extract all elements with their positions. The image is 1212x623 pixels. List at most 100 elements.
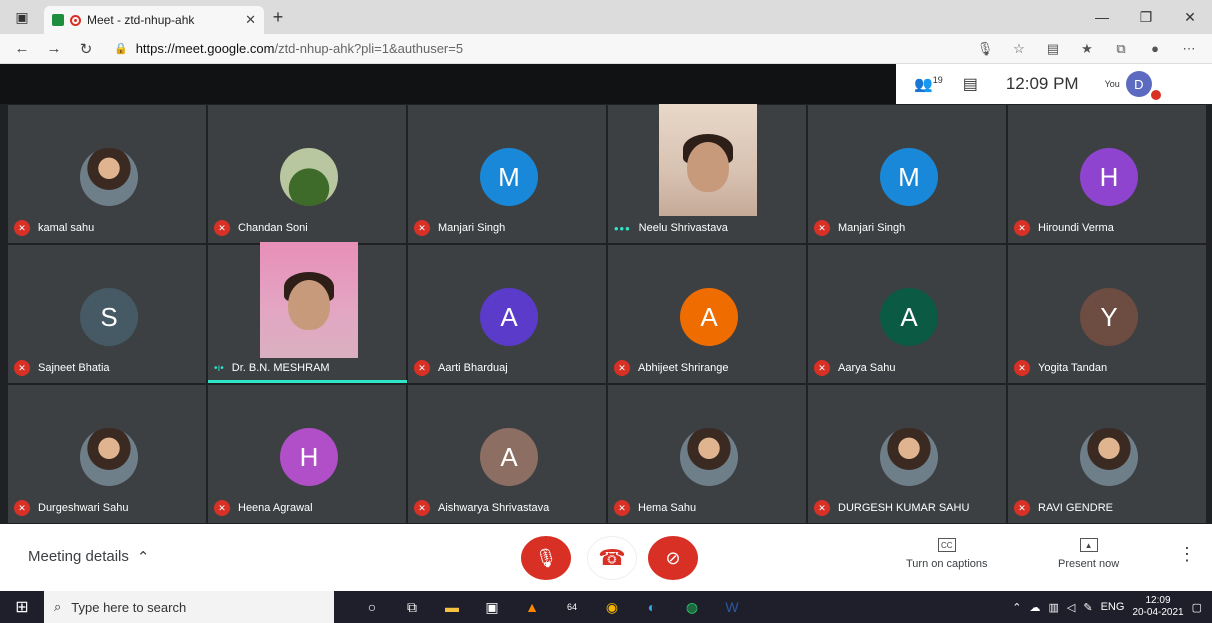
pen-icon[interactable]: ✎	[1083, 601, 1092, 614]
taskbar-search[interactable]: ⌕ Type here to search	[44, 591, 334, 623]
browser-tab[interactable]: Meet - ztd-nhup-ahk ✕	[44, 6, 264, 34]
tab-actions-icon[interactable]: ▣	[0, 0, 44, 34]
participant-name: Hiroundi Verma	[1038, 222, 1114, 234]
word-icon[interactable]: W	[720, 595, 744, 619]
network-icon[interactable]: ▥	[1049, 601, 1059, 614]
url-field[interactable]: 🔒 https://meet.google.com/ztd-nhup-ahk?p…	[104, 37, 966, 61]
refresh-icon[interactable]: ↻	[72, 40, 100, 58]
participant-name-row: ✕ Aarya Sahu	[814, 357, 1004, 379]
more-options-icon[interactable]: ⋮	[1178, 544, 1196, 565]
participant-tile[interactable]: H ✕ Hiroundi Verma	[1007, 104, 1207, 244]
participant-photo	[80, 148, 138, 206]
profile-icon[interactable]: ●	[1140, 41, 1170, 57]
participant-tile[interactable]: •ı• Dr. B.N. MESHRAM	[207, 242, 408, 384]
avatar[interactable]: D	[1125, 71, 1162, 101]
participant-tile[interactable]: ✕ RAVI GENDRE	[1007, 384, 1207, 524]
captions-button[interactable]: CC Turn on captions	[906, 538, 988, 570]
participant-tile[interactable]: S ✕ Sajneet Bhatia	[7, 244, 207, 384]
participant-tile[interactable]: A ✕ Aarti Bharduaj	[407, 244, 607, 384]
speaking-icon: •ı•	[214, 362, 224, 374]
muted-mic-icon: ✕	[1014, 500, 1030, 516]
participant-name-row: ✕ Manjari Singh	[814, 217, 1004, 239]
muted-mic-icon: ✕	[14, 220, 30, 236]
browser-tools: 🎙 ☆ ▤ ★ ⧉ ● ⋯	[970, 41, 1204, 57]
muted-mic-icon: ✕	[1014, 220, 1030, 236]
participant-tile[interactable]: ✕ Hema Sahu	[607, 384, 807, 524]
volume-icon[interactable]: ◁	[1067, 601, 1075, 614]
participant-photo	[680, 428, 738, 486]
collections-icon[interactable]: ⧉	[1106, 41, 1136, 57]
participant-tile[interactable]: Y ✕ Yogita Tandan	[1007, 244, 1207, 384]
camera-toggle-button[interactable]: ⊘	[648, 536, 698, 580]
windows-start-icon[interactable]: ⊞	[0, 597, 44, 617]
app-badge-icon[interactable]: 64	[560, 595, 584, 619]
task-view-icon[interactable]: ⧉	[400, 595, 424, 619]
back-icon[interactable]: ←	[8, 40, 36, 57]
mic-toggle-button[interactable]: 🎙	[521, 536, 571, 580]
minimize-icon[interactable]: —	[1080, 9, 1124, 26]
store-icon[interactable]: ▣	[480, 595, 504, 619]
participant-tile[interactable]: M ✕ Manjari Singh	[807, 104, 1007, 244]
reading-icon[interactable]: ▤	[1038, 41, 1068, 57]
windows-taskbar: ⊞ ⌕ Type here to search ○ ⧉ ▬ ▣ ▲ 64 ◉ ◐…	[0, 591, 1212, 623]
maximize-icon[interactable]: ❐	[1124, 9, 1168, 26]
participant-grid: ✕ kamal sahu ✕ Chandan Soni M ✕ Manjari Singh •…	[7, 104, 1207, 524]
participant-tile[interactable]: A ✕ Aarya Sahu	[807, 244, 1007, 384]
mic-permission-icon[interactable]: 🎙	[970, 41, 1000, 57]
participant-tile[interactable]: ✕ Chandan Soni	[207, 104, 407, 244]
favorite-icon[interactable]: ☆	[1004, 41, 1034, 57]
participant-name: Chandan Soni	[238, 222, 308, 234]
participant-name-row: ✕ Aarti Bharduaj	[414, 357, 604, 379]
system-tray: ⌃ ☁ ▥ ◁ ✎ ENG 12:09 20-04-2021 ▢	[1012, 595, 1212, 619]
leave-call-button[interactable]: ☎	[587, 536, 637, 580]
new-tab-button[interactable]: +	[264, 7, 292, 28]
chat-icon[interactable]: ▤	[963, 74, 978, 94]
people-button[interactable]: 👥19	[914, 75, 943, 93]
participant-name-row: ✕ Abhijeet Shrirange	[614, 357, 804, 379]
language-label[interactable]: ENG	[1101, 601, 1125, 613]
participant-name: Aarya Sahu	[838, 362, 896, 374]
chrome-icon[interactable]: ◉	[600, 595, 624, 619]
notifications-icon[interactable]: ▢	[1192, 601, 1202, 614]
participant-name: Aarti Bharduaj	[438, 362, 508, 374]
participant-name-row: ✕ Sajneet Bhatia	[14, 357, 204, 379]
participant-tile[interactable]: ✕ DURGESH KUMAR SAHU	[807, 384, 1007, 524]
edge-icon[interactable]: ◐	[640, 595, 664, 619]
participant-video	[659, 104, 757, 216]
muted-mic-icon: ✕	[414, 360, 430, 376]
participant-video	[260, 242, 358, 358]
participant-name: Sajneet Bhatia	[38, 362, 110, 374]
close-window-icon[interactable]: ✕	[1168, 9, 1212, 26]
present-button[interactable]: ▲ Present now	[1058, 538, 1119, 570]
muted-mic-icon: ✕	[1014, 360, 1030, 376]
participant-name-row: ✕ Heena Agrawal	[214, 497, 404, 519]
participant-name: Manjari Singh	[438, 222, 506, 234]
meeting-details-button[interactable]: Meeting details ⌃	[28, 548, 149, 566]
file-explorer-icon[interactable]: ▬	[440, 595, 464, 619]
more-icon[interactable]: ⋯	[1174, 41, 1204, 57]
vlc-icon[interactable]: ▲	[520, 595, 544, 619]
muted-mic-icon: ✕	[614, 500, 630, 516]
participant-tile[interactable]: ✕ kamal sahu	[7, 104, 207, 244]
participant-tile[interactable]: ••• Neelu Shrivastava	[607, 104, 807, 244]
more-dots-icon[interactable]: •••	[614, 221, 631, 236]
participant-name: Dr. B.N. MESHRAM	[231, 362, 330, 374]
close-tab-icon[interactable]: ✕	[245, 12, 256, 28]
present-label: Present now	[1058, 558, 1120, 570]
cortana-icon[interactable]: ○	[360, 595, 384, 619]
participant-tile[interactable]: M ✕ Manjari Singh	[407, 104, 607, 244]
forward-icon[interactable]: →	[40, 40, 68, 57]
participant-tile[interactable]: A ✕ Abhijeet Shrirange	[607, 244, 807, 384]
tray-chevron-icon[interactable]: ⌃	[1012, 601, 1021, 614]
muted-mic-icon: ✕	[14, 500, 30, 516]
participant-tile[interactable]: A ✕ Aishwarya Shrivastava	[407, 384, 607, 524]
muted-mic-icon: ✕	[814, 220, 830, 236]
participant-avatar: Y	[1080, 288, 1138, 346]
participant-tile[interactable]: H ✕ Heena Agrawal	[207, 384, 407, 524]
favorites-icon[interactable]: ★	[1072, 41, 1102, 57]
participant-name: Hema Sahu	[638, 502, 697, 514]
cloud-icon[interactable]: ☁	[1030, 601, 1041, 614]
participant-tile[interactable]: ✕ Durgeshwari Sahu	[7, 384, 207, 524]
whatsapp-icon[interactable]: ◍	[680, 595, 704, 619]
taskbar-clock[interactable]: 12:09 20-04-2021	[1132, 595, 1183, 619]
